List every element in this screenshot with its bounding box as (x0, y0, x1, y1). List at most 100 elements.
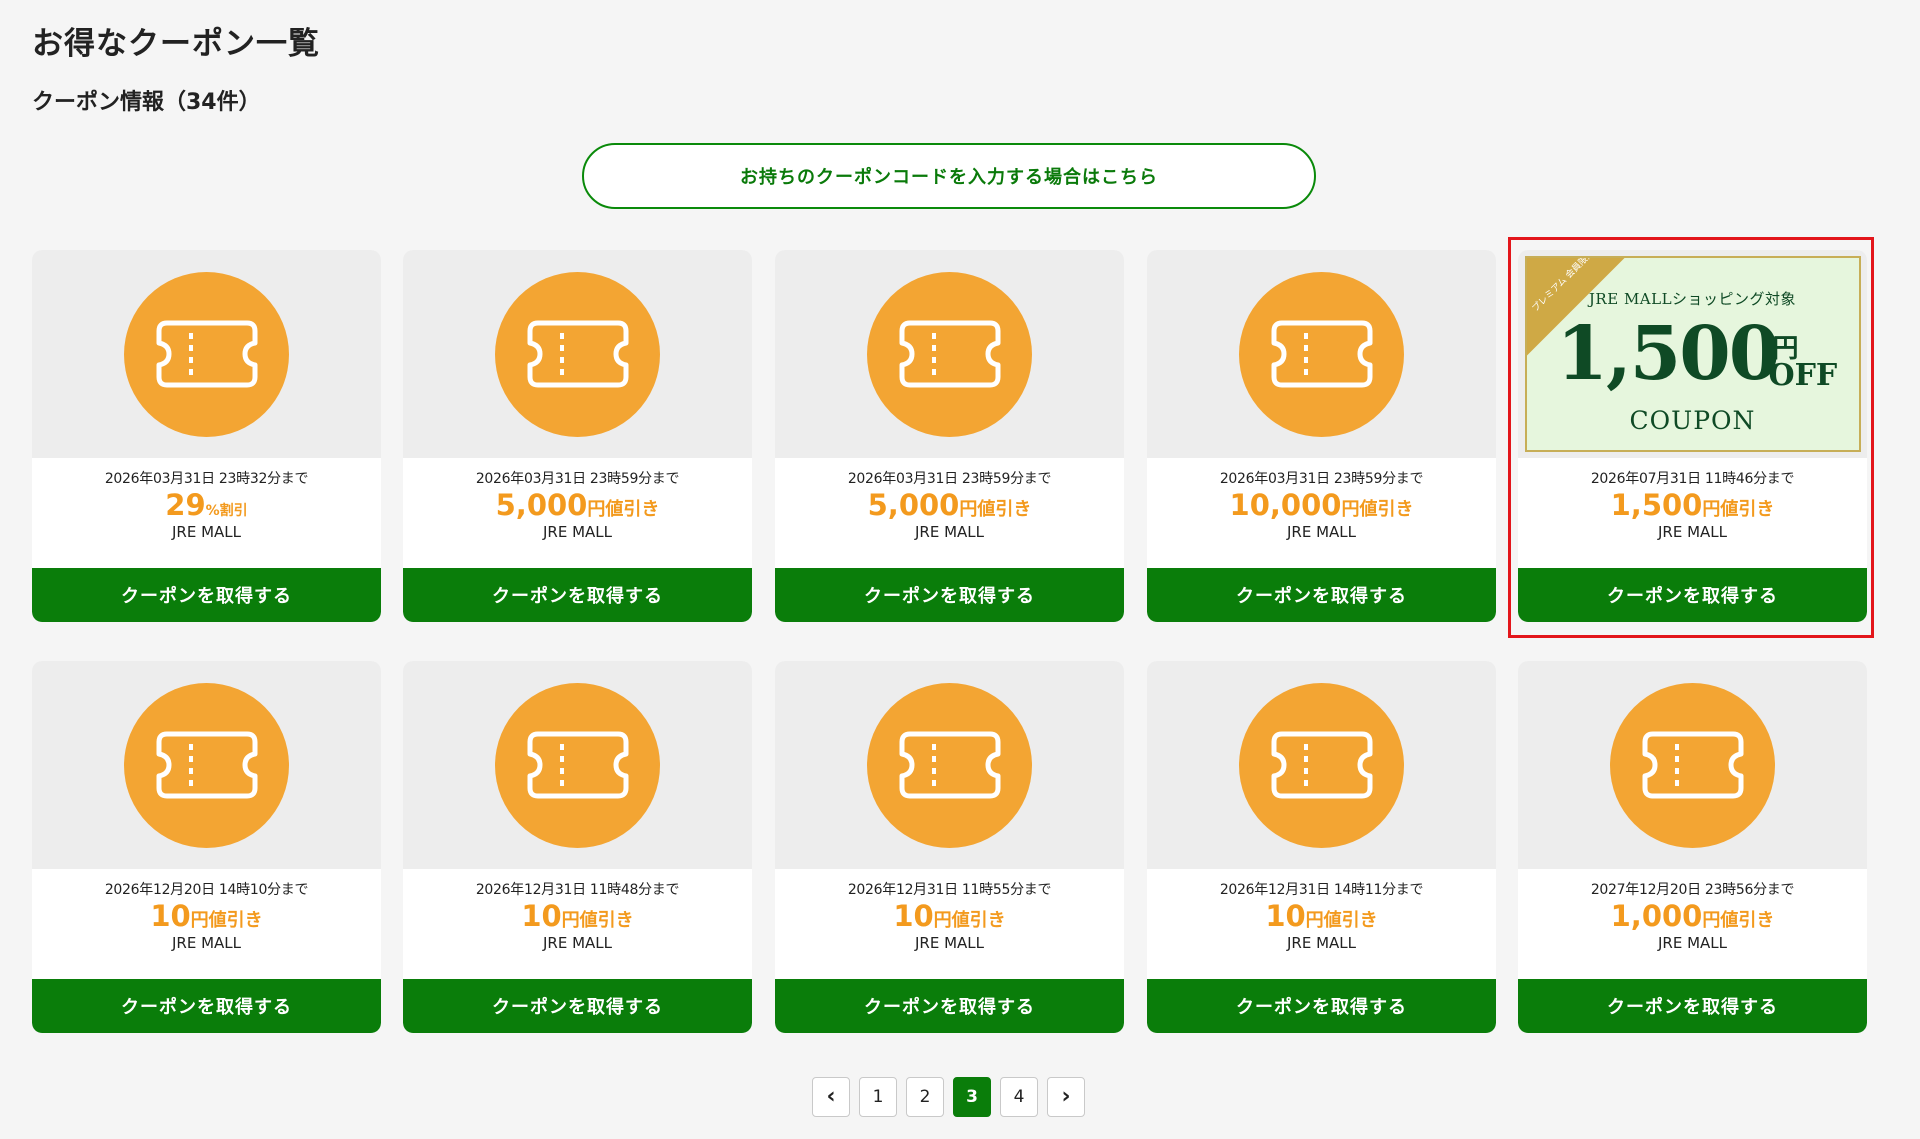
page-4-button[interactable]: 4 (1000, 1077, 1038, 1117)
coupon-info: 2026年03月31日 23時59分まで 5,000円値引き JRE MALL (775, 458, 1124, 568)
coupon-card: 2026年12月31日 14時11分まで 10円値引き JRE MALL クーポ… (1147, 661, 1496, 1033)
get-coupon-button[interactable]: クーポンを取得する (775, 568, 1124, 622)
discount-unit: 円値引き (190, 910, 263, 931)
coupon-info: 2026年03月31日 23時32分まで 29%割引 JRE MALL (32, 458, 381, 568)
ticket-icon (495, 271, 660, 437)
discount-amount: 1,000 (1610, 899, 1703, 933)
coupon-expiry: 2026年12月20日 14時10分まで (104, 882, 309, 898)
coupon-discount: 29%割引 (32, 488, 381, 522)
ticket-icon (1239, 682, 1404, 848)
ticket-icon (124, 682, 289, 848)
discount-amount: 10,000 (1229, 488, 1342, 522)
coupon-discount: 10,000円値引き (1147, 488, 1496, 522)
coupon-shop: JRE MALL (914, 934, 984, 952)
coupon-discount: 10円値引き (1147, 899, 1496, 933)
ticket-icon (1239, 271, 1404, 437)
coupon-shop: JRE MALL (542, 523, 612, 541)
coupon-image (403, 661, 752, 869)
page-title: お得なクーポン一覧 (32, 26, 320, 62)
coupon-image (775, 250, 1124, 458)
coupon-shop: JRE MALL (1286, 934, 1356, 952)
get-coupon-button[interactable]: クーポンを取得する (1518, 979, 1867, 1033)
page-3-button[interactable]: 3 (953, 1077, 991, 1117)
coupon-image (1147, 250, 1496, 458)
chevron-right-icon: › (1061, 1084, 1071, 1109)
coupon-card: 2026年03月31日 23時59分まで 10,000円値引き JRE MALL… (1147, 250, 1496, 622)
coupon-expiry: 2026年03月31日 23時59分まで (1219, 471, 1424, 487)
coupon-discount: 10円値引き (32, 899, 381, 933)
coupon-info: 2026年12月31日 11時55分まで 10円値引き JRE MALL (775, 869, 1124, 979)
coupon-expiry: 2026年03月31日 23時32分まで (104, 471, 309, 487)
coupon-expiry: 2026年12月31日 11時55分まで (847, 882, 1052, 898)
coupon-discount: 1,000円値引き (1518, 899, 1867, 933)
coupon-expiry: 2026年12月31日 11時48分まで (475, 882, 680, 898)
selected-coupon-highlight (1508, 237, 1874, 638)
ticket-icon (867, 682, 1032, 848)
ticket-icon (124, 271, 289, 437)
coupon-discount: 5,000円値引き (403, 488, 752, 522)
next-page-button[interactable]: › (1047, 1077, 1085, 1117)
coupon-discount: 10円値引き (403, 899, 752, 933)
get-coupon-button[interactable]: クーポンを取得する (32, 568, 381, 622)
discount-amount: 5,000 (495, 488, 588, 522)
coupon-card: 2026年03月31日 23時59分まで 5,000円値引き JRE MALL … (403, 250, 752, 622)
get-coupon-button[interactable]: クーポンを取得する (775, 979, 1124, 1033)
coupon-shop: JRE MALL (542, 934, 612, 952)
coupon-info: 2026年12月20日 14時10分まで 10円値引き JRE MALL (32, 869, 381, 979)
coupon-shop: JRE MALL (171, 523, 241, 541)
coupon-shop: JRE MALL (914, 523, 984, 541)
coupon-expiry: 2026年03月31日 23時59分まで (475, 471, 680, 487)
discount-unit: 円値引き (561, 910, 634, 931)
coupon-expiry: 2027年12月20日 23時56分まで (1590, 882, 1795, 898)
coupon-image (1147, 661, 1496, 869)
coupon-card: 2026年03月31日 23時59分まで 5,000円値引き JRE MALL … (775, 250, 1124, 622)
coupon-shop: JRE MALL (171, 934, 241, 952)
discount-unit: 円値引き (1305, 910, 1378, 931)
coupon-card: 2027年12月20日 23時56分まで 1,000円値引き JRE MALL … (1518, 661, 1867, 1033)
coupon-card: 2026年12月20日 14時10分まで 10円値引き JRE MALL クーポ… (32, 661, 381, 1033)
coupon-shop: JRE MALL (1657, 934, 1727, 952)
section-title: クーポン情報（34件） (32, 90, 261, 115)
discount-amount: 10 (521, 899, 562, 933)
page-2-button[interactable]: 2 (906, 1077, 944, 1117)
coupon-card: 2026年03月31日 23時32分まで 29%割引 JRE MALL クーポン… (32, 250, 381, 622)
coupon-image (32, 661, 381, 869)
ticket-icon (867, 271, 1032, 437)
discount-unit: %割引 (205, 503, 248, 519)
coupon-expiry: 2026年03月31日 23時59分まで (847, 471, 1052, 487)
discount-unit: 円値引き (933, 910, 1006, 931)
get-coupon-button[interactable]: クーポンを取得する (32, 979, 381, 1033)
coupon-discount: 10円値引き (775, 899, 1124, 933)
coupon-image (775, 661, 1124, 869)
ticket-icon (495, 682, 660, 848)
coupon-code-entry-button[interactable]: お持ちのクーポンコードを入力する場合はこちら (582, 143, 1316, 209)
coupon-card: 2026年12月31日 11時48分まで 10円値引き JRE MALL クーポ… (403, 661, 752, 1033)
discount-amount: 10 (150, 899, 191, 933)
coupon-info: 2027年12月20日 23時56分まで 1,000円値引き JRE MALL (1518, 869, 1867, 979)
get-coupon-button[interactable]: クーポンを取得する (1147, 568, 1496, 622)
ticket-icon (1610, 682, 1775, 848)
get-coupon-button[interactable]: クーポンを取得する (403, 568, 752, 622)
prev-page-button[interactable]: ‹ (812, 1077, 850, 1117)
coupon-info: 2026年12月31日 11時48分まで 10円値引き JRE MALL (403, 869, 752, 979)
coupon-image (32, 250, 381, 458)
discount-amount: 10 (1265, 899, 1306, 933)
pagination: ‹ 1 2 3 4 › (812, 1077, 1085, 1117)
discount-unit: 円値引き (587, 499, 660, 520)
discount-amount: 10 (893, 899, 934, 933)
discount-amount: 5,000 (867, 488, 960, 522)
coupon-info: 2026年03月31日 23時59分まで 5,000円値引き JRE MALL (403, 458, 752, 568)
page-1-button[interactable]: 1 (859, 1077, 897, 1117)
coupon-card: 2026年12月31日 11時55分まで 10円値引き JRE MALL クーポ… (775, 661, 1124, 1033)
coupon-shop: JRE MALL (1286, 523, 1356, 541)
coupon-info: 2026年12月31日 14時11分まで 10円値引き JRE MALL (1147, 869, 1496, 979)
discount-unit: 円値引き (1341, 499, 1414, 520)
get-coupon-button[interactable]: クーポンを取得する (1147, 979, 1496, 1033)
chevron-left-icon: ‹ (826, 1084, 836, 1109)
coupon-discount: 5,000円値引き (775, 488, 1124, 522)
get-coupon-button[interactable]: クーポンを取得する (403, 979, 752, 1033)
coupon-info: 2026年03月31日 23時59分まで 10,000円値引き JRE MALL (1147, 458, 1496, 568)
discount-amount: 29 (165, 488, 206, 522)
discount-unit: 円値引き (1702, 910, 1775, 931)
coupon-expiry: 2026年12月31日 14時11分まで (1219, 882, 1424, 898)
